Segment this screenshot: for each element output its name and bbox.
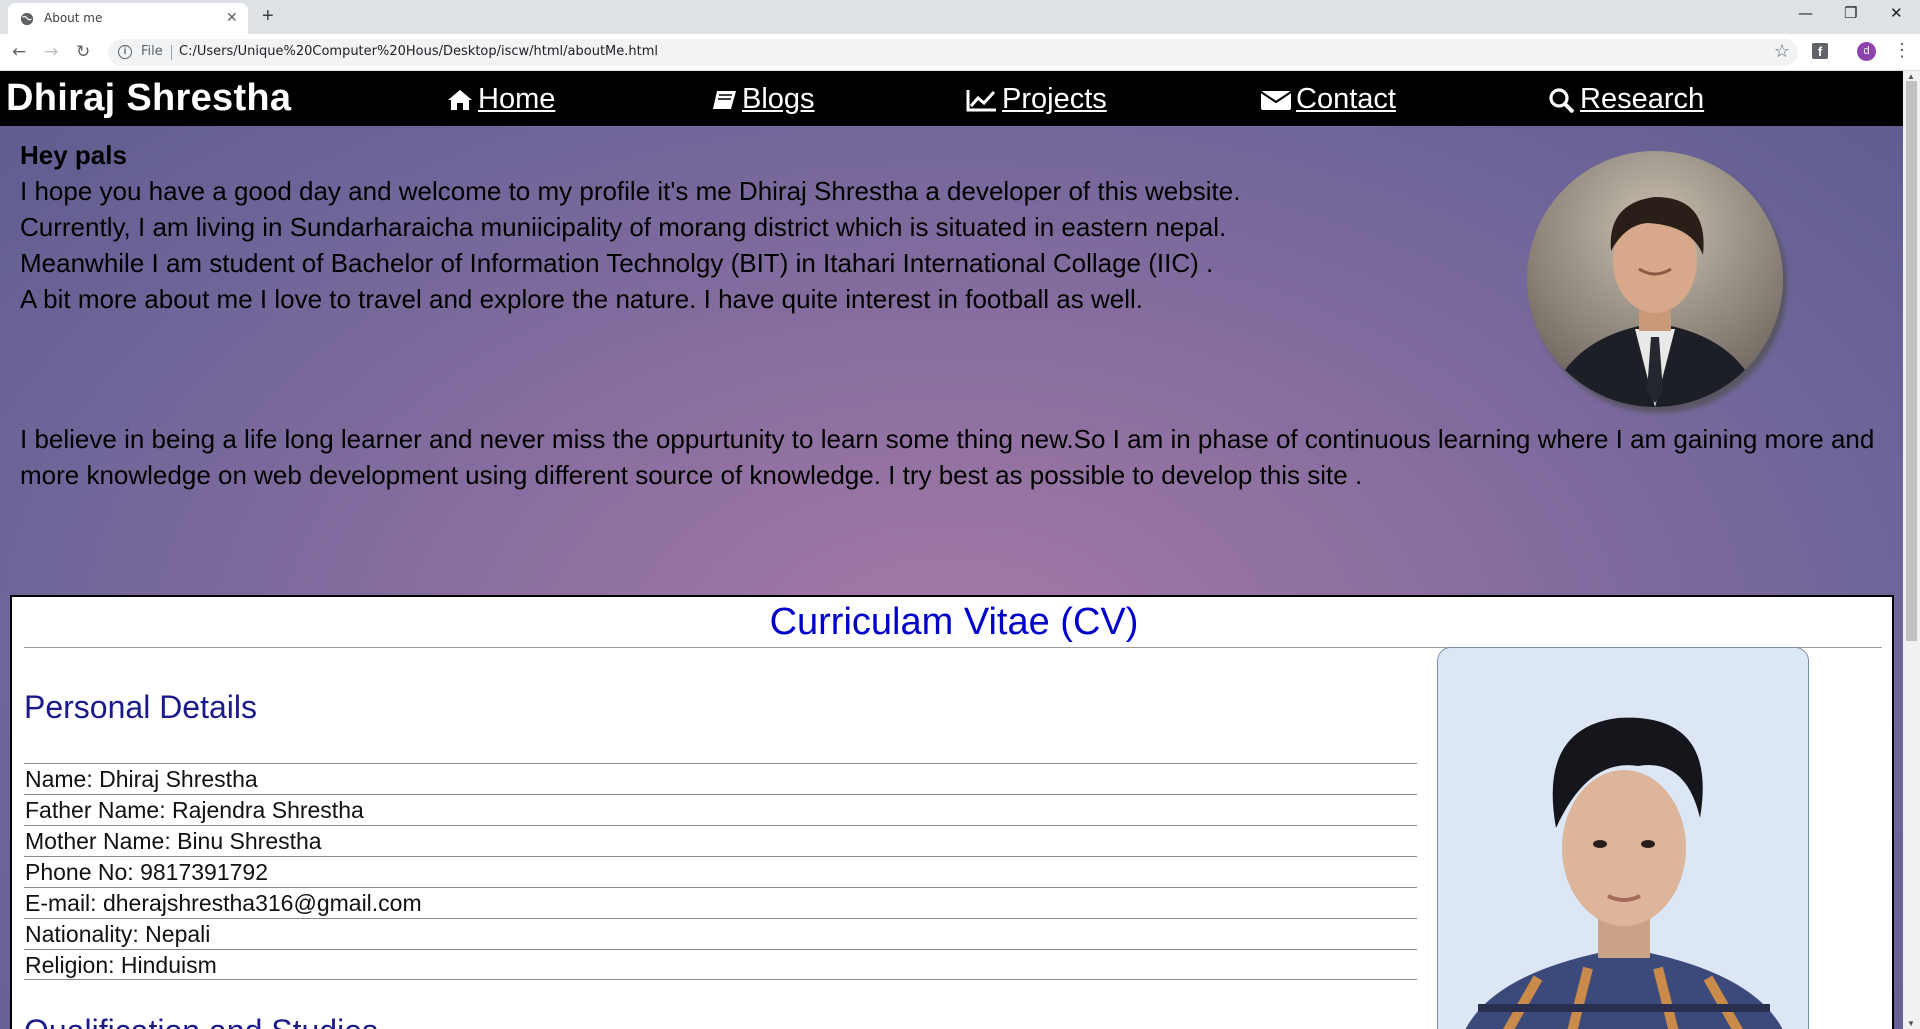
browser-tab-strip: About me ✕ + — ❐ ✕: [0, 0, 1920, 34]
cv-title: Curriculam Vitae (CV): [769, 601, 1139, 643]
scrollbar-thumb[interactable]: [1906, 81, 1917, 641]
close-tab-icon[interactable]: ✕: [226, 9, 238, 26]
detail-row-phone: Phone No: 9817391792: [24, 856, 1417, 887]
bookmark-star-icon[interactable]: ☆: [1774, 41, 1790, 62]
detail-row-religion: Religion: Hinduism: [24, 949, 1417, 980]
nav-link-contact[interactable]: Contact: [1260, 83, 1396, 116]
search-icon: [1549, 87, 1575, 113]
reload-icon[interactable]: ↻: [76, 42, 90, 62]
nav-link-projects[interactable]: Projects: [966, 83, 1107, 116]
about-paragraph: I believe in being a life long learner a…: [20, 424, 1875, 490]
nav-link-blogs[interactable]: Blogs: [710, 83, 815, 116]
new-tab-button[interactable]: +: [262, 5, 274, 28]
detail-row-father: Father Name: Rajendra Shrestha: [24, 794, 1417, 825]
qualification-heading: Qualification and Studies: [24, 1013, 378, 1029]
book-icon: [713, 90, 736, 109]
facebook-extension-icon[interactable]: f: [1812, 43, 1828, 59]
site-brand[interactable]: Dhiraj Shrestha: [6, 77, 291, 120]
nav-link-label: Home: [478, 83, 556, 115]
personal-details-heading: Personal Details: [24, 689, 257, 725]
nav-link-label: Projects: [1002, 83, 1107, 115]
omnibox-divider: [171, 45, 172, 60]
browser-toolbar: ← → ↻ i File C:/Users/Unique%20Computer%…: [0, 34, 1920, 71]
forward-arrow-icon[interactable]: →: [44, 42, 58, 62]
cv-section: Curriculam Vitae (CV) Personal Details N…: [10, 595, 1894, 1029]
tab-title: About me: [44, 11, 103, 25]
page-viewport: Dhiraj Shrestha Home Blogs Projects Cont…: [0, 71, 1903, 1029]
profile-photo-round: [1527, 151, 1783, 407]
personal-details-list: Name: Dhiraj Shrestha Father Name: Rajen…: [24, 763, 1417, 980]
browser-tab[interactable]: About me ✕: [8, 3, 248, 34]
file-label: File: [141, 44, 163, 59]
info-icon[interactable]: i: [118, 45, 132, 59]
scroll-down-arrow-icon[interactable]: ▼: [1907, 1019, 1915, 1028]
minimize-button[interactable]: —: [1798, 4, 1813, 22]
nav-link-research[interactable]: Research: [1548, 83, 1704, 116]
home-icon: [448, 89, 472, 110]
detail-row-mother: Mother Name: Binu Shrestha: [24, 825, 1417, 856]
nav-link-label: Research: [1580, 83, 1705, 115]
globe-icon: [20, 12, 34, 26]
vertical-scrollbar[interactable]: ▲ ▼: [1903, 71, 1920, 1029]
profile-avatar[interactable]: d: [1857, 42, 1876, 61]
back-arrow-icon[interactable]: ←: [12, 42, 26, 62]
site-navbar: Dhiraj Shrestha Home Blogs Projects Cont…: [0, 71, 1903, 126]
nav-link-label: Blogs: [742, 83, 815, 115]
detail-row-email: E-mail: dherajshrestha316@gmail.com: [24, 887, 1417, 918]
cv-photo: [1437, 647, 1809, 1029]
detail-row-nationality: Nationality: Nepali: [24, 918, 1417, 949]
browser-menu-icon[interactable]: ⋮: [1893, 40, 1911, 61]
scroll-up-arrow-icon[interactable]: ▲: [1907, 72, 1915, 81]
nav-link-home[interactable]: Home: [446, 83, 555, 116]
detail-row-name: Name: Dhiraj Shrestha: [24, 763, 1417, 794]
close-window-button[interactable]: ✕: [1890, 4, 1903, 22]
nav-link-label: Contact: [1296, 83, 1396, 115]
envelope-icon: [1260, 90, 1292, 110]
address-bar[interactable]: i File C:/Users/Unique%20Computer%20Hous…: [108, 39, 1798, 66]
url-text[interactable]: C:/Users/Unique%20Computer%20Hous/Deskto…: [179, 44, 658, 59]
restore-button[interactable]: ❐: [1844, 4, 1857, 22]
chart-line-icon: [966, 89, 996, 111]
